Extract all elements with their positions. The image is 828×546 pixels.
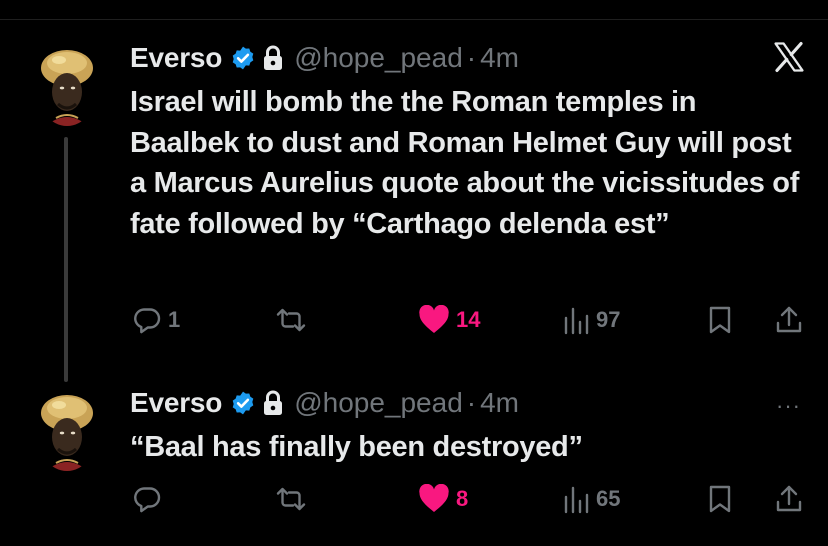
like-button[interactable]: 14	[418, 302, 480, 338]
tweet-actions: 8 65	[0, 481, 828, 517]
share-icon	[776, 306, 802, 333]
retweet-icon	[276, 308, 306, 332]
views-icon	[564, 486, 589, 514]
views-button[interactable]: 65	[562, 481, 620, 517]
reply-icon	[134, 487, 161, 513]
retweet-button[interactable]	[274, 302, 314, 338]
reply-icon	[134, 308, 161, 334]
views-count: 65	[596, 486, 621, 511]
tweet-actions: 1 14 97	[0, 302, 828, 338]
bookmark-button[interactable]	[706, 302, 734, 338]
share-icon	[776, 485, 802, 512]
bookmark-icon	[709, 306, 731, 334]
lock-icon	[264, 45, 283, 70]
like-count: 14	[456, 307, 481, 332]
avatar[interactable]	[36, 391, 98, 471]
separator-dot: ·	[466, 387, 477, 418]
heart-icon	[419, 305, 449, 333]
timestamp[interactable]: 4m	[480, 42, 519, 74]
verified-badge-icon	[232, 391, 254, 415]
views-count: 97	[596, 307, 621, 332]
reply-button[interactable]: 1	[132, 302, 180, 338]
share-button[interactable]	[774, 302, 804, 338]
avatar[interactable]	[36, 46, 98, 126]
timestamp[interactable]: 4m	[480, 387, 519, 419]
views-icon	[564, 307, 589, 335]
tweet-text: Israel will bomb the the Roman temples i…	[130, 86, 800, 240]
like-count: 8	[456, 486, 469, 511]
verified-badge-icon	[232, 46, 254, 70]
tweet-text: “Baal has finally been destroyed”	[130, 431, 583, 463]
user-handle[interactable]: @hope_pead	[294, 387, 463, 419]
reply-count: 1	[168, 307, 181, 332]
bookmark-icon	[709, 485, 731, 513]
user-handle[interactable]: @hope_pead	[294, 42, 463, 74]
lock-icon	[264, 390, 283, 415]
tweet-header: Everso @hope_pead · 4m	[130, 40, 519, 76]
views-button[interactable]: 97	[562, 302, 620, 338]
display-name[interactable]: Everso	[130, 387, 222, 419]
heart-icon	[419, 484, 449, 512]
x-logo-icon	[774, 41, 804, 73]
bookmark-button[interactable]	[706, 481, 734, 517]
share-button[interactable]	[774, 481, 804, 517]
more-icon[interactable]: ···	[776, 393, 801, 419]
separator-dot: ·	[466, 42, 477, 73]
reply-button[interactable]	[132, 481, 168, 517]
retweet-button[interactable]	[274, 481, 314, 517]
top-divider	[0, 19, 828, 20]
like-button[interactable]: 8	[418, 481, 468, 517]
tweet-header: Everso @hope_pead · 4m	[130, 385, 519, 421]
display-name[interactable]: Everso	[130, 42, 222, 74]
retweet-icon	[276, 487, 306, 511]
thread-connector-line	[64, 137, 68, 382]
